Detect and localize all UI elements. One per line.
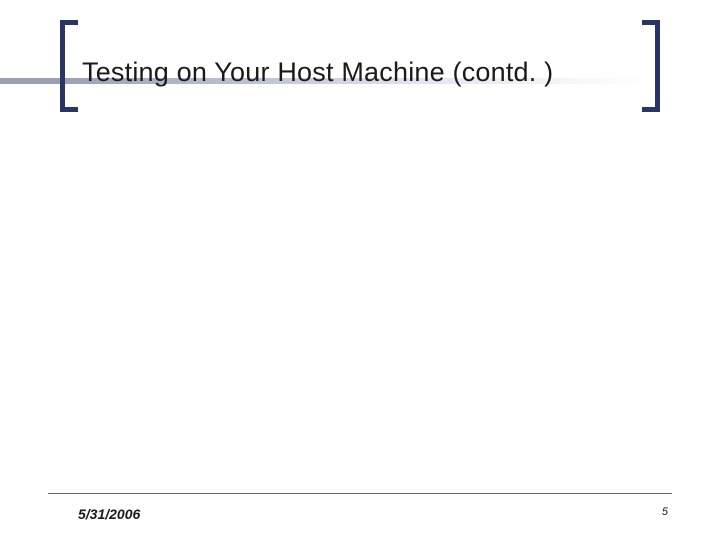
slide-title: Testing on Your Host Machine (contd. ) (82, 56, 638, 88)
footer-divider (48, 493, 672, 494)
slide: Testing on Your Host Machine (contd. ) 5… (0, 0, 720, 540)
footer-page-number: 5 (662, 506, 668, 518)
footer-date: 5/31/2006 (78, 506, 140, 522)
